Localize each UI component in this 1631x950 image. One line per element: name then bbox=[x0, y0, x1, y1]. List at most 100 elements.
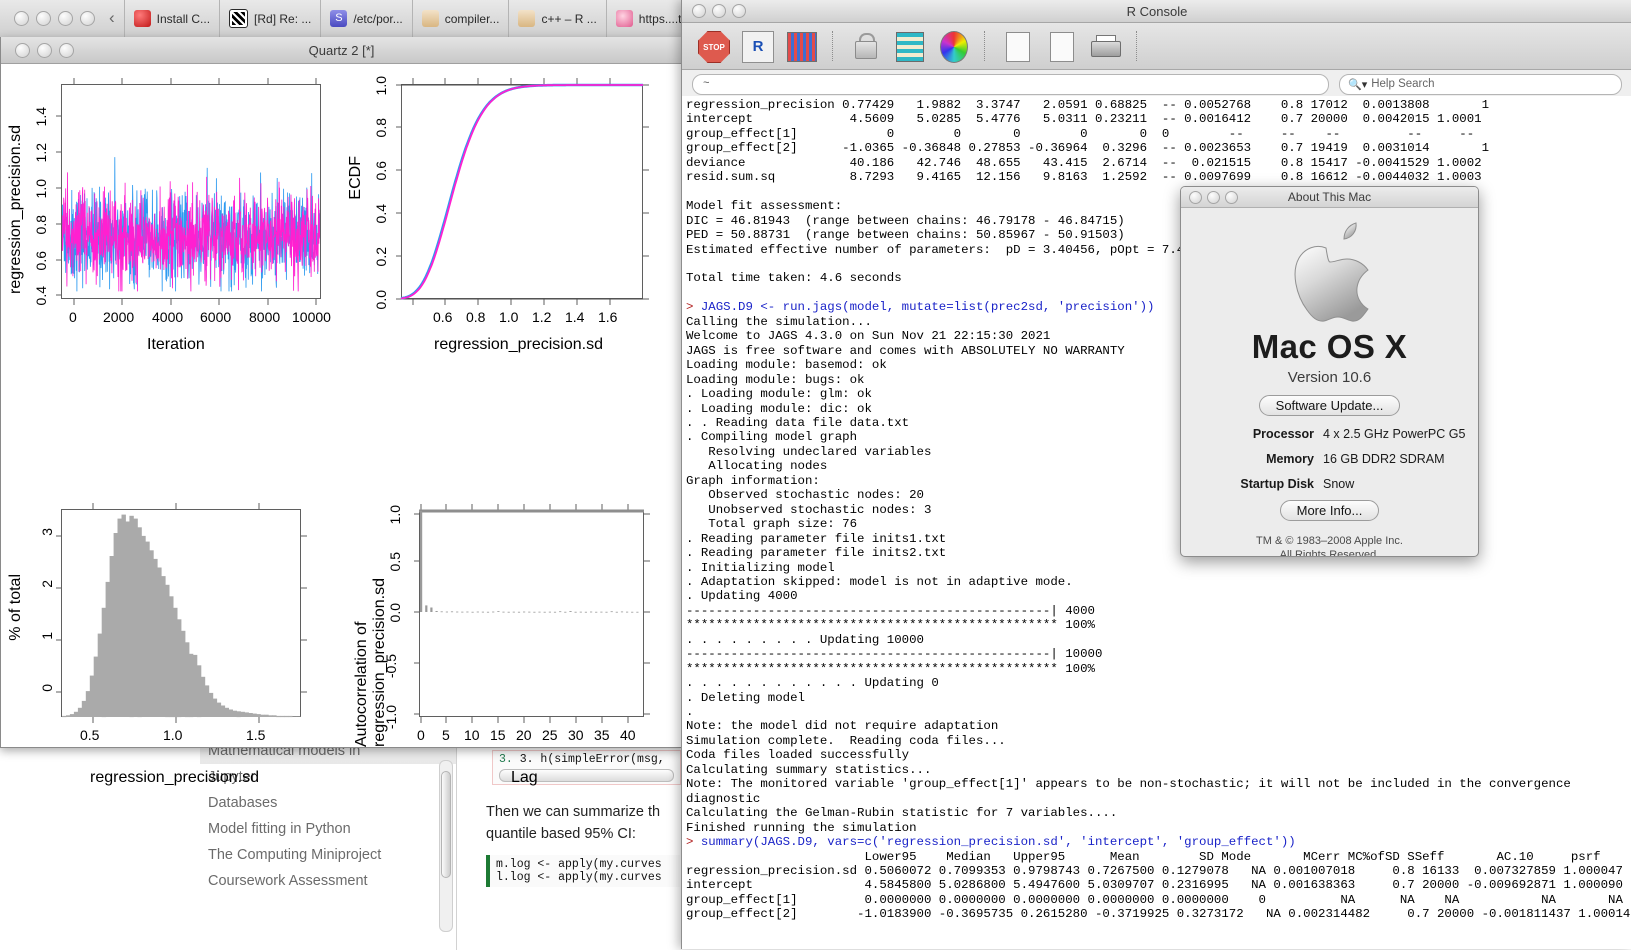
sidebar-item-3[interactable]: Model fitting in Python bbox=[200, 816, 456, 842]
x-tick-label: 6000 bbox=[200, 309, 232, 325]
about-window-title: About This Mac bbox=[1287, 190, 1372, 204]
x-tick-label: 8000 bbox=[249, 309, 281, 325]
software-update-button[interactable]: Software Update... bbox=[1258, 395, 1401, 416]
sidebar-item-label: The Computing Miniproject bbox=[208, 847, 382, 863]
console-line: PED = 50.88731 (range between chains: 50… bbox=[686, 228, 1125, 243]
y-tick-label: 1 bbox=[39, 632, 55, 640]
help-search-input[interactable]: 🔍▾ Help Search bbox=[1339, 73, 1622, 95]
more-info-button[interactable]: More Info... bbox=[1279, 500, 1380, 521]
console-line: Calculating summary statistics... bbox=[686, 762, 932, 777]
scrollbar-thumb[interactable] bbox=[441, 771, 451, 878]
console-line: Resolving undeclared variables bbox=[686, 444, 932, 459]
plot-canvas: 0.4 0.6 0.8 1.0 1.2 1.4 0 2000 4000 6000… bbox=[1, 64, 682, 786]
about-this-mac-window[interactable]: About This Mac Mac OS X Version 10.6 Sof… bbox=[1180, 186, 1479, 557]
console-line: Model fit assessment: bbox=[686, 199, 843, 214]
quartz-titlebar[interactable]: Quartz 2 [*] bbox=[1, 37, 682, 64]
console-line: resid.sum.sq 8.7293 9.4165 12.156 9.8163… bbox=[686, 170, 1482, 185]
browser-tab-1[interactable]: [Rd] Re: ... bbox=[219, 0, 320, 37]
bar-chart-icon bbox=[787, 32, 817, 62]
x-tick-label: 1.2 bbox=[532, 309, 552, 325]
sidebar-item-4[interactable]: The Computing Miniproject bbox=[200, 842, 456, 868]
console-line: intercept 4.5845800 5.0286800 5.4947600 … bbox=[686, 878, 1623, 893]
new-document-button[interactable] bbox=[1044, 29, 1078, 63]
browser-tab-2[interactable]: S/etc/por... bbox=[320, 0, 411, 37]
spec-value: 16 GB DDR2 SDRAM bbox=[1323, 452, 1445, 466]
plot-button[interactable] bbox=[784, 29, 818, 63]
sidebar-item-label: Coursework Assessment bbox=[208, 873, 368, 889]
tab-label: c++ – R ... bbox=[541, 11, 597, 26]
chart-histogram: 0 1 2 3 0.5 1.0 1.5 regression_precision… bbox=[1, 374, 341, 786]
r-console-titlebar[interactable]: R Console bbox=[682, 0, 1631, 23]
console-line: deviance 40.186 42.746 48.655 43.415 2.6… bbox=[686, 155, 1482, 170]
paragraph-line-1: Then we can summarize th bbox=[486, 804, 661, 820]
etc-icon: S bbox=[330, 10, 348, 27]
r-console-toolbar[interactable]: STOP R bbox=[682, 23, 1631, 70]
console-line: . Compiling model graph bbox=[686, 430, 858, 445]
color-palette-icon bbox=[940, 31, 968, 63]
console-line: Unobserved stochastic nodes: 3 bbox=[686, 502, 932, 517]
x-tick-label: 20 bbox=[516, 727, 532, 743]
help-search-placeholder: Help Search bbox=[1371, 78, 1435, 90]
colors-button[interactable] bbox=[936, 29, 970, 63]
r-console-output[interactable]: regression_precision 0.77429 1.9882 3.37… bbox=[682, 96, 1631, 949]
about-titlebar[interactable]: About This Mac bbox=[1181, 187, 1478, 208]
zoom-button[interactable] bbox=[58, 11, 73, 26]
bg-doc-content: 3. 3. h(simpleError(msg, Then we can sum… bbox=[470, 738, 681, 950]
browser-tab-0[interactable]: Install C... bbox=[123, 0, 219, 37]
r-source-button[interactable]: R bbox=[740, 29, 774, 63]
tab-label: [Rd] Re: ... bbox=[254, 11, 312, 26]
console-line: Total time taken: 4.6 seconds bbox=[686, 271, 902, 286]
notebook-button[interactable] bbox=[892, 29, 926, 63]
browser-tab-4[interactable]: c++ – R ... bbox=[508, 0, 605, 37]
console-line: Coda files loaded successfully bbox=[686, 748, 910, 763]
browser-tab-bar[interactable]: ‹ Install C... [Rd] Re: ... S/etc/por...… bbox=[0, 0, 691, 38]
r-console-search-row[interactable]: ~ 🔍▾ Help Search bbox=[682, 70, 1631, 99]
console-line: ----------------------------------------… bbox=[686, 603, 1095, 618]
y-tick-label: 0.8 bbox=[33, 215, 49, 235]
y-tick-label: 0.2 bbox=[373, 247, 389, 267]
x-tick-label: 35 bbox=[594, 727, 610, 743]
x-tick-label: 1.0 bbox=[499, 309, 519, 325]
y-tick-label: 3 bbox=[39, 528, 55, 536]
r-console-title: R Console bbox=[1126, 3, 1188, 19]
browser-tab-3[interactable]: compiler... bbox=[411, 0, 509, 37]
lock-button[interactable] bbox=[848, 29, 882, 63]
console-line: DIC = 46.81943 (range between chains: 46… bbox=[686, 213, 1125, 228]
sidebar-item-5[interactable]: Coursework Assessment bbox=[200, 868, 456, 894]
y-tick-label: 0.5 bbox=[387, 552, 403, 572]
y-axis-title: regression_precision.sd bbox=[7, 125, 24, 294]
console-line: regression_precision.sd 0.5060072 0.7099… bbox=[686, 864, 1623, 879]
console-line: . Initializing model bbox=[686, 560, 835, 575]
y-tick-label: 0.6 bbox=[373, 161, 389, 181]
r-console-window[interactable]: R Console STOP R ~ 🔍▾ Help Search regres… bbox=[681, 0, 1631, 949]
r-document-button[interactable] bbox=[1000, 29, 1034, 63]
extra-button[interactable] bbox=[80, 11, 95, 26]
console-line: Estimated effective number of parameters… bbox=[686, 242, 1214, 257]
console-line: Loading module: bugs: ok bbox=[686, 372, 865, 387]
console-line: Loading module: basemod: ok bbox=[686, 358, 887, 373]
close-button[interactable] bbox=[14, 11, 29, 26]
sidebar-scrollbar[interactable] bbox=[439, 760, 453, 932]
x-tick-label: 5 bbox=[442, 727, 450, 743]
console-line: ----------------------------------------… bbox=[686, 647, 1103, 662]
print-button[interactable] bbox=[1088, 29, 1122, 63]
lock-icon bbox=[855, 33, 877, 59]
console-line: . bbox=[686, 705, 694, 720]
window-controls[interactable] bbox=[0, 11, 105, 26]
console-line: . . Reading data file data.txt bbox=[686, 415, 910, 430]
quartz-plot-window[interactable]: Quartz 2 [*] 0.4 0.6 0.8 1.0 1.2 1.4 0 2… bbox=[0, 37, 683, 786]
chevron-left-icon[interactable]: ‹ bbox=[105, 8, 124, 30]
code-line-text: 3. h(simpleError(msg, bbox=[519, 753, 665, 766]
minimize-button[interactable] bbox=[36, 11, 51, 26]
x-tick-label: 1.6 bbox=[598, 309, 618, 325]
console-line: JAGS is free software and comes with ABS… bbox=[686, 343, 1125, 358]
stop-button[interactable]: STOP bbox=[696, 29, 730, 63]
y-tick-label: 0.0 bbox=[387, 603, 403, 623]
console-line: . . . . . . . . . . . . Updating 0 bbox=[686, 676, 939, 691]
console-line: . Deleting model bbox=[686, 690, 805, 705]
command-path-input[interactable]: ~ bbox=[692, 73, 1329, 95]
paragraph-line-2: quantile based 95% CI: bbox=[486, 826, 636, 842]
sidebar-item-2[interactable]: Databases bbox=[200, 790, 456, 816]
